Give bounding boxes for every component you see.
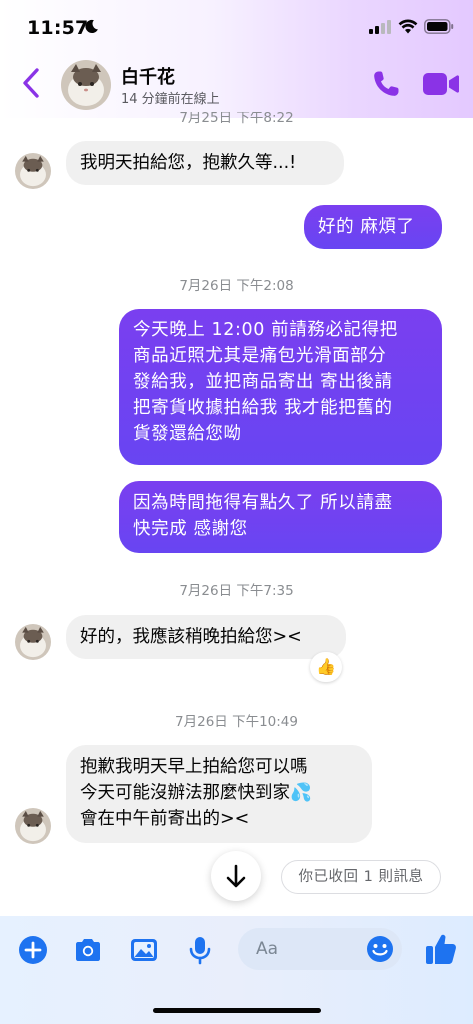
thumbs-up-reaction[interactable]: 👍	[310, 652, 342, 682]
message-line: 發給我，並把商品寄出 寄出後請	[133, 372, 393, 392]
message-line: 今天可能沒辦法那麼快到家💦	[80, 783, 312, 803]
message-line: 貨發還給您呦	[133, 424, 242, 444]
home-indicator	[153, 1008, 321, 1013]
contact-name[interactable]: 白千花	[121, 63, 175, 89]
chat-header: 白千花 14 分鐘前在線上	[0, 56, 473, 112]
message-line: 快完成 感謝您	[133, 519, 248, 539]
message-list[interactable]: 7月25日 下午8:22 我明天拍給您，抱歉久等...! 好的 麻煩了 7月26…	[0, 112, 473, 916]
sender-avatar[interactable]	[15, 808, 51, 844]
unsent-message-notice[interactable]: 你已收回 1 則訊息	[281, 860, 441, 894]
battery-icon	[424, 19, 454, 34]
phone-icon[interactable]	[370, 68, 402, 100]
message-line: 抱歉我明天早上拍給您可以嗎	[80, 757, 308, 777]
message-line: 把寄貨收據拍給我 我才能把舊的	[133, 398, 393, 418]
incoming-message[interactable]: 好的，我應該稍晚拍給您><	[66, 615, 346, 659]
status-time: 11:57	[27, 17, 89, 39]
cat-avatar-image	[15, 153, 51, 189]
cat-avatar-image	[61, 60, 111, 110]
thumbs-up-icon[interactable]	[424, 931, 458, 967]
outgoing-message[interactable]: 好的 麻煩了	[304, 205, 442, 249]
status-bar: 11:57	[0, 0, 473, 56]
timestamp: 7月26日 下午2:08	[179, 278, 294, 294]
message-input-field[interactable]	[238, 928, 402, 970]
timestamp: 7月25日 下午8:22	[179, 112, 294, 126]
arrow-down-icon	[226, 864, 246, 888]
image-icon[interactable]	[128, 934, 160, 966]
sender-avatar[interactable]	[15, 624, 51, 660]
wifi-icon	[398, 19, 418, 34]
message-line: 今天晚上 12:00 前請務必記得把	[133, 320, 398, 340]
outgoing-message[interactable]: 今天晚上 12:00 前請務必記得把 商品近照尤其是痛包光滑面部分 發給我，並把…	[119, 309, 442, 465]
message-composer	[0, 916, 473, 1024]
incoming-message[interactable]: 我明天拍給您，抱歉久等...!	[66, 141, 344, 185]
scroll-to-bottom-button[interactable]	[211, 851, 261, 901]
contact-active-status: 14 分鐘前在線上	[121, 92, 220, 107]
cellular-signal-icon	[369, 20, 391, 34]
sender-avatar[interactable]	[15, 153, 51, 189]
contact-avatar[interactable]	[61, 60, 111, 110]
cat-avatar-image	[15, 808, 51, 844]
video-camera-icon[interactable]	[422, 70, 460, 98]
camera-icon[interactable]	[72, 934, 104, 966]
cat-avatar-image	[15, 624, 51, 660]
smiley-icon[interactable]	[366, 935, 394, 963]
message-input[interactable]	[256, 928, 366, 970]
plus-circle-icon[interactable]	[17, 934, 49, 966]
outgoing-message[interactable]: 因為時間拖得有點久了 所以請盡 快完成 感謝您	[119, 481, 442, 553]
timestamp: 7月26日 下午7:35	[179, 583, 294, 599]
incoming-message[interactable]: 抱歉我明天早上拍給您可以嗎 今天可能沒辦法那麼快到家💦 會在中午前寄出的><	[66, 745, 372, 843]
message-line: 因為時間拖得有點久了 所以請盡	[133, 493, 393, 513]
message-line: 會在中午前寄出的><	[80, 809, 250, 829]
moon-icon	[85, 19, 98, 33]
microphone-icon[interactable]	[184, 934, 216, 966]
timestamp: 7月26日 下午10:49	[175, 714, 298, 730]
chevron-left-icon[interactable]	[18, 66, 44, 100]
message-line: 商品近照尤其是痛包光滑面部分	[133, 346, 387, 366]
